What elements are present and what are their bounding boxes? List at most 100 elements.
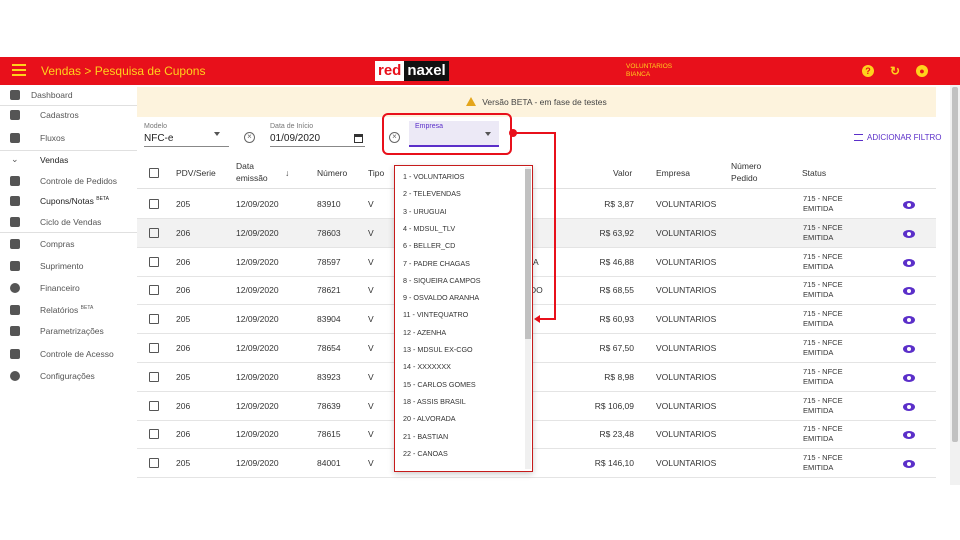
- add-filter-button[interactable]: ADICIONAR FILTRO: [854, 133, 942, 142]
- dropdown-option[interactable]: 12 - AZENHA: [403, 328, 446, 337]
- dropdown-option[interactable]: 13 - MDSUL EX-CGO: [403, 345, 473, 354]
- view-eye-icon[interactable]: [903, 229, 915, 238]
- view-eye-icon[interactable]: [903, 201, 915, 209]
- page-scrollbar[interactable]: [950, 85, 960, 485]
- status-text: 715 - NFCE EMITIDA: [803, 424, 843, 444]
- view-eye-icon[interactable]: [903, 460, 915, 469]
- dashboard-icon: [10, 90, 20, 100]
- sidebar-item-ciclo-vendas[interactable]: Ciclo de Vendas: [0, 212, 137, 232]
- row-checkbox[interactable]: [149, 343, 159, 353]
- sidebar-item-controle-pedidos[interactable]: Controle de Pedidos: [0, 171, 137, 191]
- status-text: 715 - NFCE EMITIDA: [803, 453, 843, 473]
- page-title: Vendas > Pesquisa de Cupons: [41, 64, 206, 78]
- table-row[interactable]: 205 12/09/2020 83910 V R$ 3,87 VOLUNTARIOS 715…: [137, 190, 936, 219]
- status-text: 715 - NFCE EMITIDA: [803, 338, 843, 357]
- annotation-arrow-icon: [534, 315, 540, 323]
- dropdown-option[interactable]: 6 - BELLER_CD: [403, 241, 455, 250]
- table-row[interactable]: 206 12/09/2020 78615 V R$ 23,48 VOLUNTARIOS 71…: [137, 420, 936, 450]
- row-checkbox[interactable]: [149, 314, 159, 325]
- sidebar-item-configuracoes[interactable]: Configurações: [0, 366, 137, 386]
- sidebar-item-vendas[interactable]: ⌄ Vendas: [0, 150, 137, 170]
- status-text: 715 - NFCE EMITIDA: [803, 280, 843, 300]
- sidebar-item-financeiro[interactable]: Financeiro: [0, 278, 137, 298]
- row-checkbox[interactable]: [149, 429, 159, 440]
- crop-icon: [10, 261, 20, 271]
- partial-cell-text: A: [533, 256, 539, 267]
- status-text: 715 - NFCE EMITIDA: [803, 222, 843, 242]
- dropdown-option[interactable]: 18 - ASSIS BRASIL: [403, 397, 466, 406]
- table-row[interactable]: 206 12/09/2020 78639 V R$ 106,09 VOLUNTARIOS 7…: [137, 392, 936, 421]
- warning-icon: [466, 97, 477, 106]
- dropdown-option[interactable]: 2 - TELEVENDAS: [403, 189, 461, 198]
- sidebar-item-compras[interactable]: Compras: [0, 234, 137, 254]
- data-inicio-field[interactable]: Data de Início 01/09/2020: [270, 123, 365, 147]
- sidebar-item-relatorios[interactable]: Relatórios BETA: [0, 300, 137, 320]
- user-info: VOLUNTARIOS BIANCA: [626, 63, 673, 78]
- table-row[interactable]: 205 12/09/2020 84001 V R$ 146,10 VOLUNTARIOS 7…: [137, 449, 936, 479]
- dropdown-option[interactable]: 1 - VOLUNTARIOS: [403, 172, 464, 181]
- status-text: 715 - NFCE EMITIDA: [803, 395, 843, 415]
- select-all-checkbox[interactable]: [149, 168, 159, 178]
- sidebar-item-cupons-notas[interactable]: Cupons/Notas BETA: [0, 191, 137, 211]
- columns-icon: [10, 133, 20, 143]
- dropdown-option[interactable]: 8 - SIQUEIRA CAMPOS: [403, 276, 480, 285]
- sliders-icon: [10, 326, 20, 336]
- dropdown-option[interactable]: 11 - VINTEQUATRO: [403, 310, 468, 319]
- dollar-icon: [10, 283, 20, 293]
- sidebar-item-parametrizacoes[interactable]: Parametrizações: [0, 321, 137, 341]
- view-eye-icon[interactable]: [903, 373, 915, 382]
- modelo-select[interactable]: Modelo NFC-e: [144, 123, 229, 147]
- dropdown-option[interactable]: 21 - BASTIAN: [403, 432, 448, 441]
- help-icon[interactable]: ?: [862, 65, 874, 77]
- print-icon: [10, 305, 20, 315]
- clear-date-icon[interactable]: ×: [244, 132, 255, 143]
- row-checkbox[interactable]: [149, 227, 159, 238]
- logo: red naxel: [375, 61, 449, 81]
- row-checkbox[interactable]: [149, 256, 159, 267]
- status-text: 715 - NFCE EMITIDA: [803, 194, 843, 213]
- dropdown-option[interactable]: 9 - OSVALDO ARANHA: [403, 293, 479, 302]
- dropdown-option[interactable]: 15 - CARLOS GOMES: [403, 380, 476, 389]
- view-eye-icon[interactable]: [903, 316, 915, 325]
- table-row[interactable]: 205 12/09/2020 83923 V R$ 8,98 VOLUNTARIOS 715…: [137, 363, 936, 392]
- row-checkbox[interactable]: [149, 400, 159, 411]
- row-checkbox[interactable]: [149, 285, 159, 296]
- sidebar-item-controle-acesso[interactable]: Controle de Acesso: [0, 344, 137, 364]
- refresh-icon[interactable]: ↻: [889, 65, 901, 77]
- view-eye-icon[interactable]: [903, 345, 915, 353]
- menu-icon[interactable]: [12, 64, 26, 76]
- row-checkbox[interactable]: [149, 371, 159, 382]
- dropdown-option[interactable]: 20 - ALVORADA: [403, 414, 456, 423]
- infinity-icon: [10, 217, 20, 227]
- sidebar-item-dashboard[interactable]: Dashboard: [0, 85, 137, 105]
- view-eye-icon[interactable]: [903, 402, 915, 411]
- filter-icon: [854, 134, 863, 141]
- view-eye-icon[interactable]: [903, 287, 915, 296]
- calendar-icon[interactable]: [354, 134, 363, 143]
- empresa-dropdown-list[interactable]: 1 - VOLUNTARIOS 2 - TELEVENDAS 3 - URUGUAI…: [394, 165, 533, 472]
- dropdown-option[interactable]: 7 - PADRE CHAGAS: [403, 259, 470, 268]
- table-row[interactable]: 206 12/09/2020 78603 V R$ 63,92 VOLUNTARIOS 71…: [137, 218, 936, 248]
- sidebar: Dashboard Cadastros Fluxos ⌄ Vendas Contr…: [0, 85, 137, 485]
- sidebar-item-fluxos[interactable]: Fluxos: [0, 128, 137, 148]
- sidebar-item-suprimento[interactable]: Suprimento: [0, 256, 137, 276]
- sidebar-item-cadastros[interactable]: Cadastros: [0, 105, 137, 125]
- table-row[interactable]: 206 12/09/2020 78654 V R$ 67,50 VOLUNTARIOS 71…: [137, 334, 936, 363]
- account-icon[interactable]: ●: [916, 65, 928, 77]
- row-checkbox[interactable]: [149, 199, 159, 209]
- sort-arrow-icon[interactable]: ↓: [285, 167, 289, 179]
- table-header: PDV/Serie Data emissão ↓ Número Tipo Valo…: [137, 157, 936, 189]
- row-checkbox[interactable]: [149, 458, 159, 469]
- top-app-bar: Vendas > Pesquisa de Cupons red naxel VOL…: [0, 57, 960, 85]
- dropdown-option[interactable]: 3 - URUGUAI: [403, 207, 447, 216]
- shield-icon: [10, 349, 20, 359]
- dropdown-option[interactable]: 22 - CANOAS: [403, 449, 448, 458]
- dropdown-option[interactable]: 4 - MDSUL_TLV: [403, 224, 455, 233]
- status-text: 715 - NFCE EMITIDA: [803, 366, 843, 386]
- view-eye-icon[interactable]: [903, 258, 915, 267]
- receipt-search-icon: [10, 196, 20, 206]
- dropdown-option[interactable]: 14 - XXXXXXX: [403, 362, 451, 371]
- gear-icon: [10, 371, 20, 381]
- status-text: 715 - NFCE EMITIDA: [803, 251, 843, 271]
- view-eye-icon[interactable]: [903, 431, 915, 440]
